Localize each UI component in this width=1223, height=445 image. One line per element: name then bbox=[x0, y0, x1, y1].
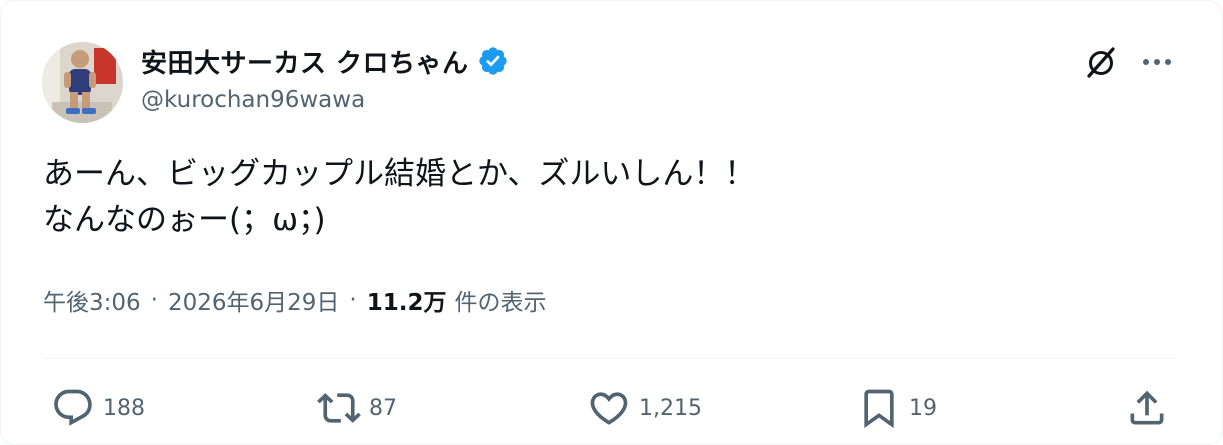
share-button[interactable] bbox=[1125, 386, 1169, 430]
verified-badge-icon[interactable] bbox=[477, 45, 509, 77]
more-icon bbox=[1143, 59, 1171, 65]
tweet-date[interactable]: 2026年6月29日 bbox=[168, 283, 339, 317]
heart-icon bbox=[590, 392, 628, 425]
author-handle[interactable]: @kurochan96wawa bbox=[141, 87, 365, 113]
share-icon bbox=[1130, 390, 1164, 425]
retweet-count: 87 bbox=[369, 395, 397, 421]
reply-icon bbox=[54, 389, 92, 426]
tweet-text: あーん、ビッグカップル結婚とか、ズルいしん！！ なんなのぉー(；ω；) bbox=[43, 151, 1183, 243]
meta-separator: · bbox=[349, 287, 357, 313]
bookmark-button[interactable]: 19 bbox=[857, 386, 937, 430]
tweet-meta: 午後3:06 · 2026年6月29日 · 11.2万 件の表示 bbox=[43, 283, 546, 317]
grok-icon bbox=[1087, 47, 1115, 78]
views-count[interactable]: 11.2万 bbox=[367, 283, 447, 317]
views-label: 件の表示 bbox=[454, 290, 547, 316]
avatar[interactable] bbox=[42, 42, 123, 123]
retweet-icon bbox=[317, 393, 361, 423]
tweet-text-line: なんなのぉー(；ω；) bbox=[43, 202, 326, 238]
like-button[interactable]: 1,215 bbox=[587, 386, 702, 430]
like-count: 1,215 bbox=[639, 395, 702, 421]
avatar-image bbox=[42, 42, 123, 123]
bookmark-icon bbox=[864, 389, 894, 429]
meta-separator: · bbox=[150, 287, 158, 313]
grok-button[interactable] bbox=[1082, 43, 1120, 81]
divider bbox=[43, 358, 1175, 359]
reply-button[interactable]: 188 bbox=[51, 386, 145, 430]
more-options-button[interactable] bbox=[1136, 43, 1178, 81]
retweet-button[interactable]: 87 bbox=[317, 386, 397, 430]
reply-count: 188 bbox=[103, 395, 145, 421]
tweet-text-line: あーん、ビッグカップル結婚とか、ズルいしん！！ bbox=[43, 156, 756, 192]
tweet-card: 安田大サーカス クロちゃん @kurochan96wawa あーん、ビッグカップ… bbox=[0, 0, 1223, 445]
bookmark-count: 19 bbox=[909, 395, 937, 421]
author-name-row: 安田大サーカス クロちゃん bbox=[141, 41, 509, 81]
author-display-name[interactable]: 安田大サーカス クロちゃん bbox=[141, 43, 469, 80]
tweet-time[interactable]: 午後3:06 bbox=[43, 283, 141, 317]
